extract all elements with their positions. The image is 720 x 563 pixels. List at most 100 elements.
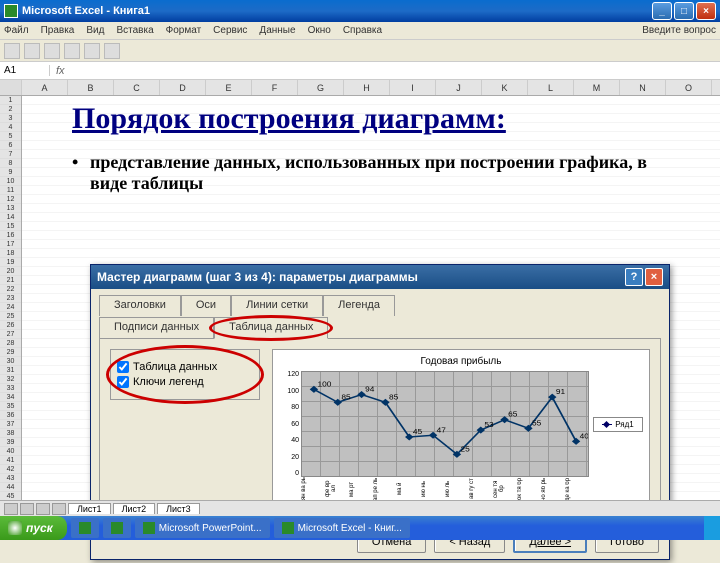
row-header[interactable]: 34 — [0, 393, 21, 402]
row-header[interactable]: 43 — [0, 474, 21, 483]
menu-file[interactable]: Файл — [4, 25, 29, 36]
row-header[interactable]: 1 — [0, 96, 21, 105]
sheet-nav-next[interactable] — [36, 503, 50, 515]
tab-titles[interactable]: Заголовки — [99, 295, 181, 316]
col-header[interactable]: C — [114, 80, 160, 95]
row-header[interactable]: 18 — [0, 249, 21, 258]
row-header[interactable]: 3 — [0, 114, 21, 123]
taskbar-item[interactable]: Microsoft PowerPoint... — [135, 518, 270, 538]
close-button[interactable]: × — [696, 2, 716, 20]
checkbox-legend-keys[interactable]: Ключи легенд — [117, 376, 253, 388]
row-header[interactable]: 24 — [0, 303, 21, 312]
row-header[interactable]: 33 — [0, 384, 21, 393]
col-header[interactable]: I — [390, 80, 436, 95]
checkbox-show-table[interactable]: Таблица данных — [117, 361, 253, 373]
tab-legend[interactable]: Легенда — [323, 295, 395, 316]
row-header[interactable]: 17 — [0, 240, 21, 249]
row-header[interactable]: 42 — [0, 465, 21, 474]
row-header[interactable]: 6 — [0, 141, 21, 150]
tab-datatable[interactable]: Таблица данных — [214, 317, 328, 339]
menu-tools[interactable]: Сервис — [213, 25, 247, 36]
select-all[interactable] — [0, 80, 22, 95]
row-header[interactable]: 32 — [0, 375, 21, 384]
col-header[interactable]: H — [344, 80, 390, 95]
row-header[interactable]: 26 — [0, 321, 21, 330]
toolbar-button[interactable] — [4, 43, 20, 59]
toolbar-button[interactable] — [84, 43, 100, 59]
maximize-button[interactable]: □ — [674, 2, 694, 20]
row-header[interactable]: 13 — [0, 204, 21, 213]
row-header[interactable]: 30 — [0, 357, 21, 366]
row-header[interactable]: 35 — [0, 402, 21, 411]
cell-grid[interactable]: Порядок построения диаграмм: представлен… — [22, 96, 720, 526]
minimize-button[interactable]: _ — [652, 2, 672, 20]
row-header[interactable]: 14 — [0, 213, 21, 222]
dialog-help-button[interactable]: ? — [625, 268, 643, 286]
row-header[interactable]: 31 — [0, 366, 21, 375]
tab-axes[interactable]: Оси — [181, 295, 231, 316]
col-header[interactable]: K — [482, 80, 528, 95]
row-header[interactable]: 41 — [0, 456, 21, 465]
col-header[interactable]: A — [22, 80, 68, 95]
checkbox-legend-keys-input[interactable] — [117, 376, 129, 388]
system-tray[interactable] — [704, 516, 720, 540]
taskbar-item[interactable] — [103, 518, 131, 538]
sheet-tab[interactable]: Лист2 — [113, 503, 156, 514]
menu-help[interactable]: Справка — [343, 25, 382, 36]
toolbar-button[interactable] — [104, 43, 120, 59]
menu-data[interactable]: Данные — [259, 25, 295, 36]
row-header[interactable]: 21 — [0, 276, 21, 285]
tab-gridlines[interactable]: Линии сетки — [231, 295, 323, 316]
row-header[interactable]: 29 — [0, 348, 21, 357]
col-header[interactable]: G — [298, 80, 344, 95]
col-header[interactable]: L — [528, 80, 574, 95]
toolbar-button[interactable] — [24, 43, 40, 59]
row-header[interactable]: 15 — [0, 222, 21, 231]
row-header[interactable]: 8 — [0, 159, 21, 168]
row-header[interactable]: 11 — [0, 186, 21, 195]
name-box[interactable]: A1 — [0, 65, 50, 76]
row-header[interactable]: 38 — [0, 429, 21, 438]
col-header[interactable]: B — [68, 80, 114, 95]
row-header[interactable]: 37 — [0, 420, 21, 429]
row-header[interactable]: 19 — [0, 258, 21, 267]
col-header[interactable]: F — [252, 80, 298, 95]
ask-question-box[interactable]: Введите вопрос — [642, 25, 716, 36]
col-header[interactable]: E — [206, 80, 252, 95]
row-header[interactable]: 9 — [0, 168, 21, 177]
menu-edit[interactable]: Правка — [41, 25, 75, 36]
col-header[interactable]: O — [666, 80, 712, 95]
sheet-nav-last[interactable] — [52, 503, 66, 515]
menu-insert[interactable]: Вставка — [116, 25, 153, 36]
row-header[interactable]: 22 — [0, 285, 21, 294]
sheet-nav-prev[interactable] — [20, 503, 34, 515]
taskbar-item[interactable]: Microsoft Excel - Книг... — [274, 518, 410, 538]
row-header[interactable]: 16 — [0, 231, 21, 240]
col-header[interactable]: D — [160, 80, 206, 95]
menu-window[interactable]: Окно — [308, 25, 331, 36]
toolbar-button[interactable] — [44, 43, 60, 59]
dialog-close-button[interactable]: × — [645, 268, 663, 286]
checkbox-show-table-input[interactable] — [117, 361, 129, 373]
row-header[interactable]: 12 — [0, 195, 21, 204]
col-header[interactable]: N — [620, 80, 666, 95]
row-header[interactable]: 40 — [0, 447, 21, 456]
row-header[interactable]: 44 — [0, 483, 21, 492]
row-header[interactable]: 10 — [0, 177, 21, 186]
taskbar-item[interactable] — [71, 518, 99, 538]
col-header[interactable]: M — [574, 80, 620, 95]
row-header[interactable]: 28 — [0, 339, 21, 348]
sheet-nav-first[interactable] — [4, 503, 18, 515]
row-header[interactable]: 36 — [0, 411, 21, 420]
tab-labels[interactable]: Подписи данных — [99, 317, 214, 339]
fx-icon[interactable]: fx — [50, 65, 71, 77]
sheet-tab[interactable]: Лист3 — [157, 503, 200, 514]
sheet-tab[interactable]: Лист1 — [68, 503, 111, 514]
menu-format[interactable]: Формат — [166, 25, 202, 36]
row-header[interactable]: 2 — [0, 105, 21, 114]
row-header[interactable]: 27 — [0, 330, 21, 339]
row-header[interactable]: 7 — [0, 150, 21, 159]
row-header[interactable]: 20 — [0, 267, 21, 276]
start-button[interactable]: пуск — [0, 516, 67, 540]
col-header[interactable]: J — [436, 80, 482, 95]
